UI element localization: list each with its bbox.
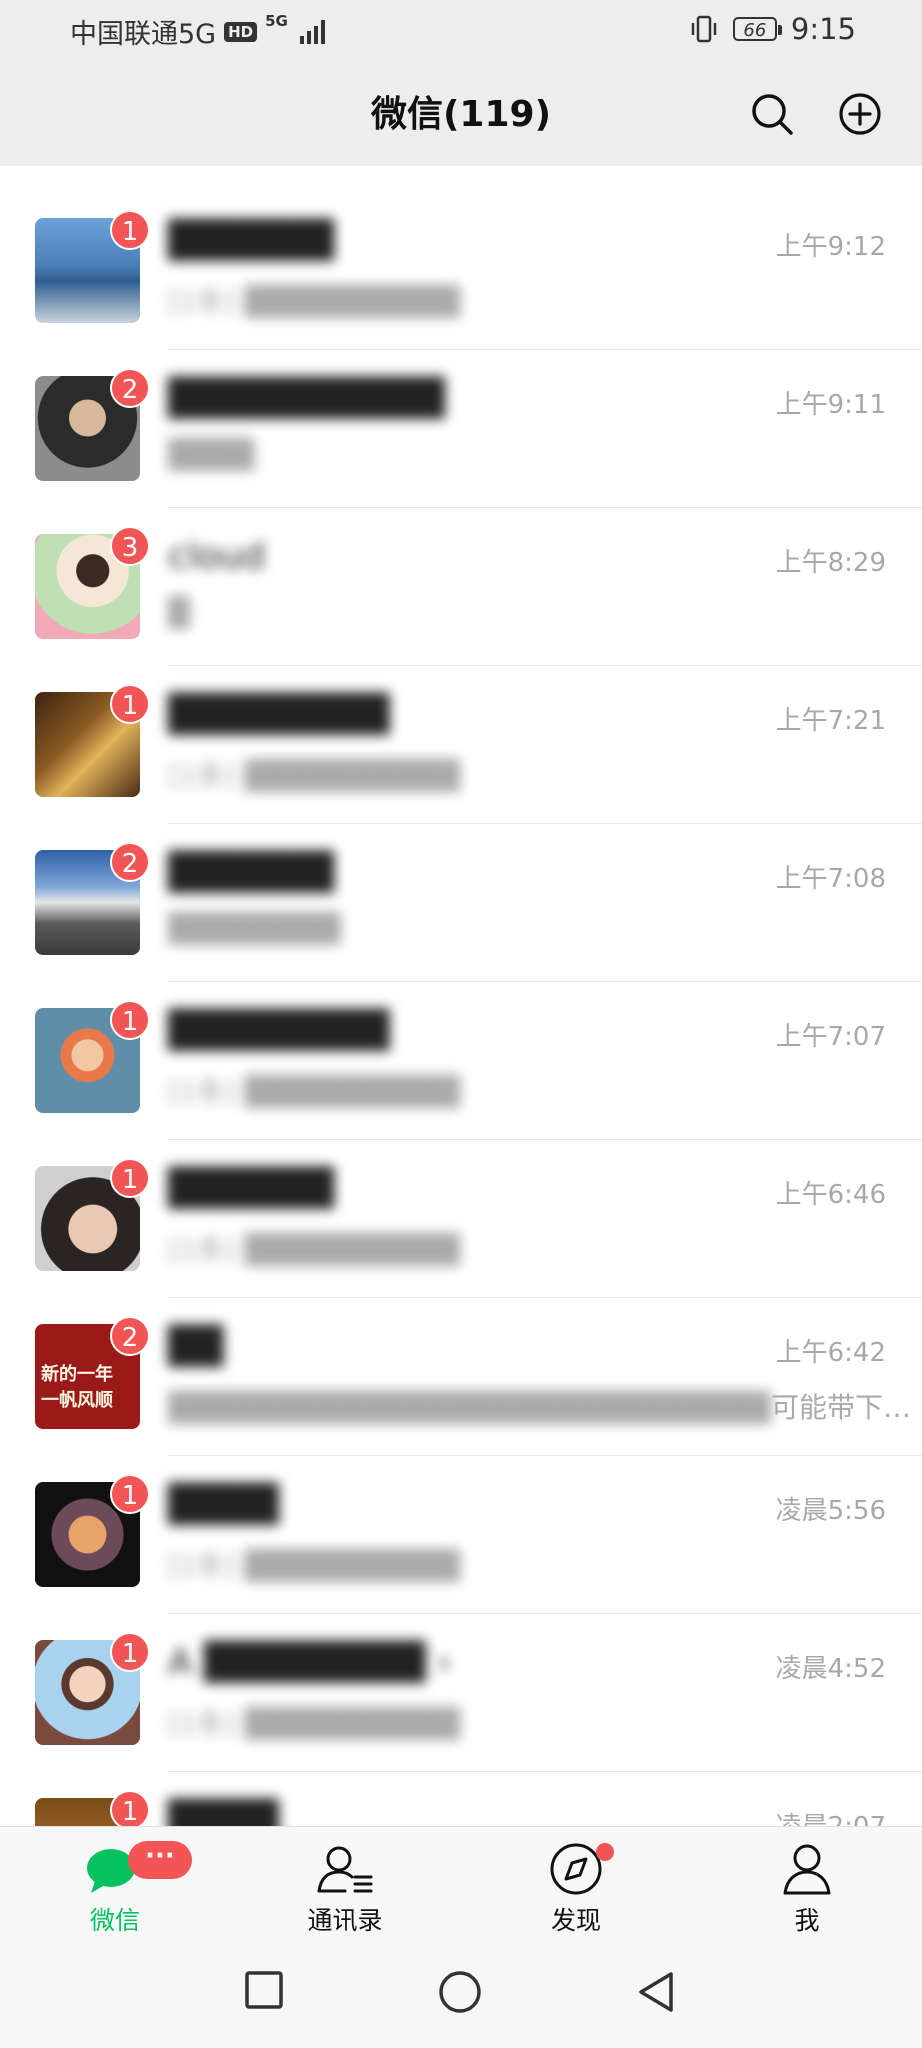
tab-bar: 微信 ··· 通讯录 发现 我 [0,1826,922,1941]
chat-row[interactable]: 2 ██████████ ████ 上午9:11 [0,350,922,508]
chat-name: ██████████ [168,378,445,419]
contacts-icon [317,1846,373,1893]
chat-preview: [1条] ██████████ [168,759,460,792]
tab-me[interactable]: 我 [727,1841,887,1937]
vibrate-icon [691,15,717,43]
chat-time: 上午8:29 [775,548,886,578]
chat-tab-badge: ··· [128,1841,192,1879]
chat-row[interactable]: 1 ████████ [1条] ██████████ 上午7:21 [0,666,922,824]
chat-name: ████ [168,1484,279,1525]
chat-list: 1 ██████ [1条] ██████████ 上午9:12 2 ██████… [0,192,922,1930]
signal-icon [299,19,325,44]
chat-preview: [1条] ██████████ [168,1075,460,1108]
chat-row[interactable]: 1 A ████████ › [1条] ██████████ 凌晨4:52 [0,1614,922,1772]
unread-badge: 1 [110,1790,150,1830]
chat-time: 凌晨5:56 [775,1496,886,1526]
chat-time: 凌晨4:52 [775,1654,886,1684]
chat-row[interactable]: 1 ██████ [1条] ██████████ 上午9:12 [0,192,922,350]
chat-time: 上午6:46 [775,1180,886,1210]
chat-preview: [1条] ██████████ [168,285,460,318]
recents-icon[interactable] [244,1970,284,2010]
chat-preview: [1条] ██████████ [168,1233,460,1266]
chat-time: 上午9:11 [775,390,886,420]
tab-label: 微信 [89,1906,140,1935]
chat-row[interactable]: 1 ████████ [1条] ██████████ 上午7:07 [0,982,922,1140]
unread-badge: 1 [110,1632,150,1672]
top-bar: 中国联通5G HD 5G 66 9:15 微信(119) [0,0,922,166]
chat-name: ████████ [168,694,390,735]
battery-icon: 66 [732,17,782,41]
home-icon[interactable] [438,1970,482,2014]
chat-row[interactable]: 1 ████ [1条] ██████████ 凌晨5:56 [0,1456,922,1614]
unread-badge: 1 [110,1000,150,1040]
person-icon [783,1844,831,1895]
chat-row[interactable]: 1 ██████ [1条] ██████████ 上午6:46 [0,1140,922,1298]
chat-preview: [1条] ██████████ [168,1707,460,1740]
chat-time: 上午7:07 [775,1022,886,1052]
chat-name: ████████ [168,1010,390,1051]
unread-badge: 1 [110,1158,150,1198]
chat-time: 上午7:21 [775,706,886,736]
chat-name: ██████ [168,852,335,893]
add-icon[interactable] [838,92,882,136]
tab-label: 通讯录 [307,1906,383,1935]
tab-label: 发现 [550,1906,601,1935]
unread-badge: 1 [110,684,150,724]
chat-name: ██████ [168,1168,335,1209]
avatar-text: 新的一年 一帆风顺 [41,1364,113,1411]
carrier-label: 中国联通5G [70,19,217,50]
tab-discover[interactable]: 发现 [496,1841,656,1937]
hd-indicator: HD [224,21,258,42]
chat-preview: █ [168,596,190,629]
unread-badge: 1 [110,210,150,250]
chat-preview: ████████ [168,912,341,945]
chat-name: A ████████ › [168,1642,452,1683]
chat-preview: ████████████████████████████可能带下… [168,1391,911,1424]
chat-preview: ████ [168,438,255,471]
unread-badge: 1 [110,1474,150,1514]
tab-label: 我 [794,1906,820,1935]
network-type: 5G [265,12,288,30]
back-icon[interactable] [636,1970,676,2014]
chat-row[interactable]: 2 ██████ ████████ 上午7:08 [0,824,922,982]
system-nav-bar [0,1940,922,2048]
chat-row[interactable]: 3 cloud █ 上午8:29 [0,508,922,666]
chat-row[interactable]: 新的一年 一帆风顺 2 ██ █████████████████████████… [0,1298,922,1456]
status-bar-left: 中国联通5G HD 5G [70,12,325,51]
chat-name: ██ [168,1326,224,1367]
chat-preview: [1条] ██████████ [168,1549,460,1582]
chat-time: 上午6:42 [775,1338,886,1368]
search-icon[interactable] [750,92,794,136]
status-bar-right: 66 9:15 [689,12,856,46]
chat-time: 上午7:08 [775,864,886,894]
tab-contacts[interactable]: 通讯录 [265,1841,425,1937]
clock: 9:15 [790,12,856,46]
unread-badge: 2 [110,368,150,408]
unread-badge: 2 [110,1316,150,1356]
chat-name: cloud [168,536,266,577]
notification-dot [596,1843,614,1861]
unread-badge: 3 [110,526,150,566]
unread-badge: 2 [110,842,150,882]
battery-level: 66 [743,20,767,41]
chat-name: ██████ [168,220,335,261]
chat-time: 上午9:12 [775,232,886,262]
